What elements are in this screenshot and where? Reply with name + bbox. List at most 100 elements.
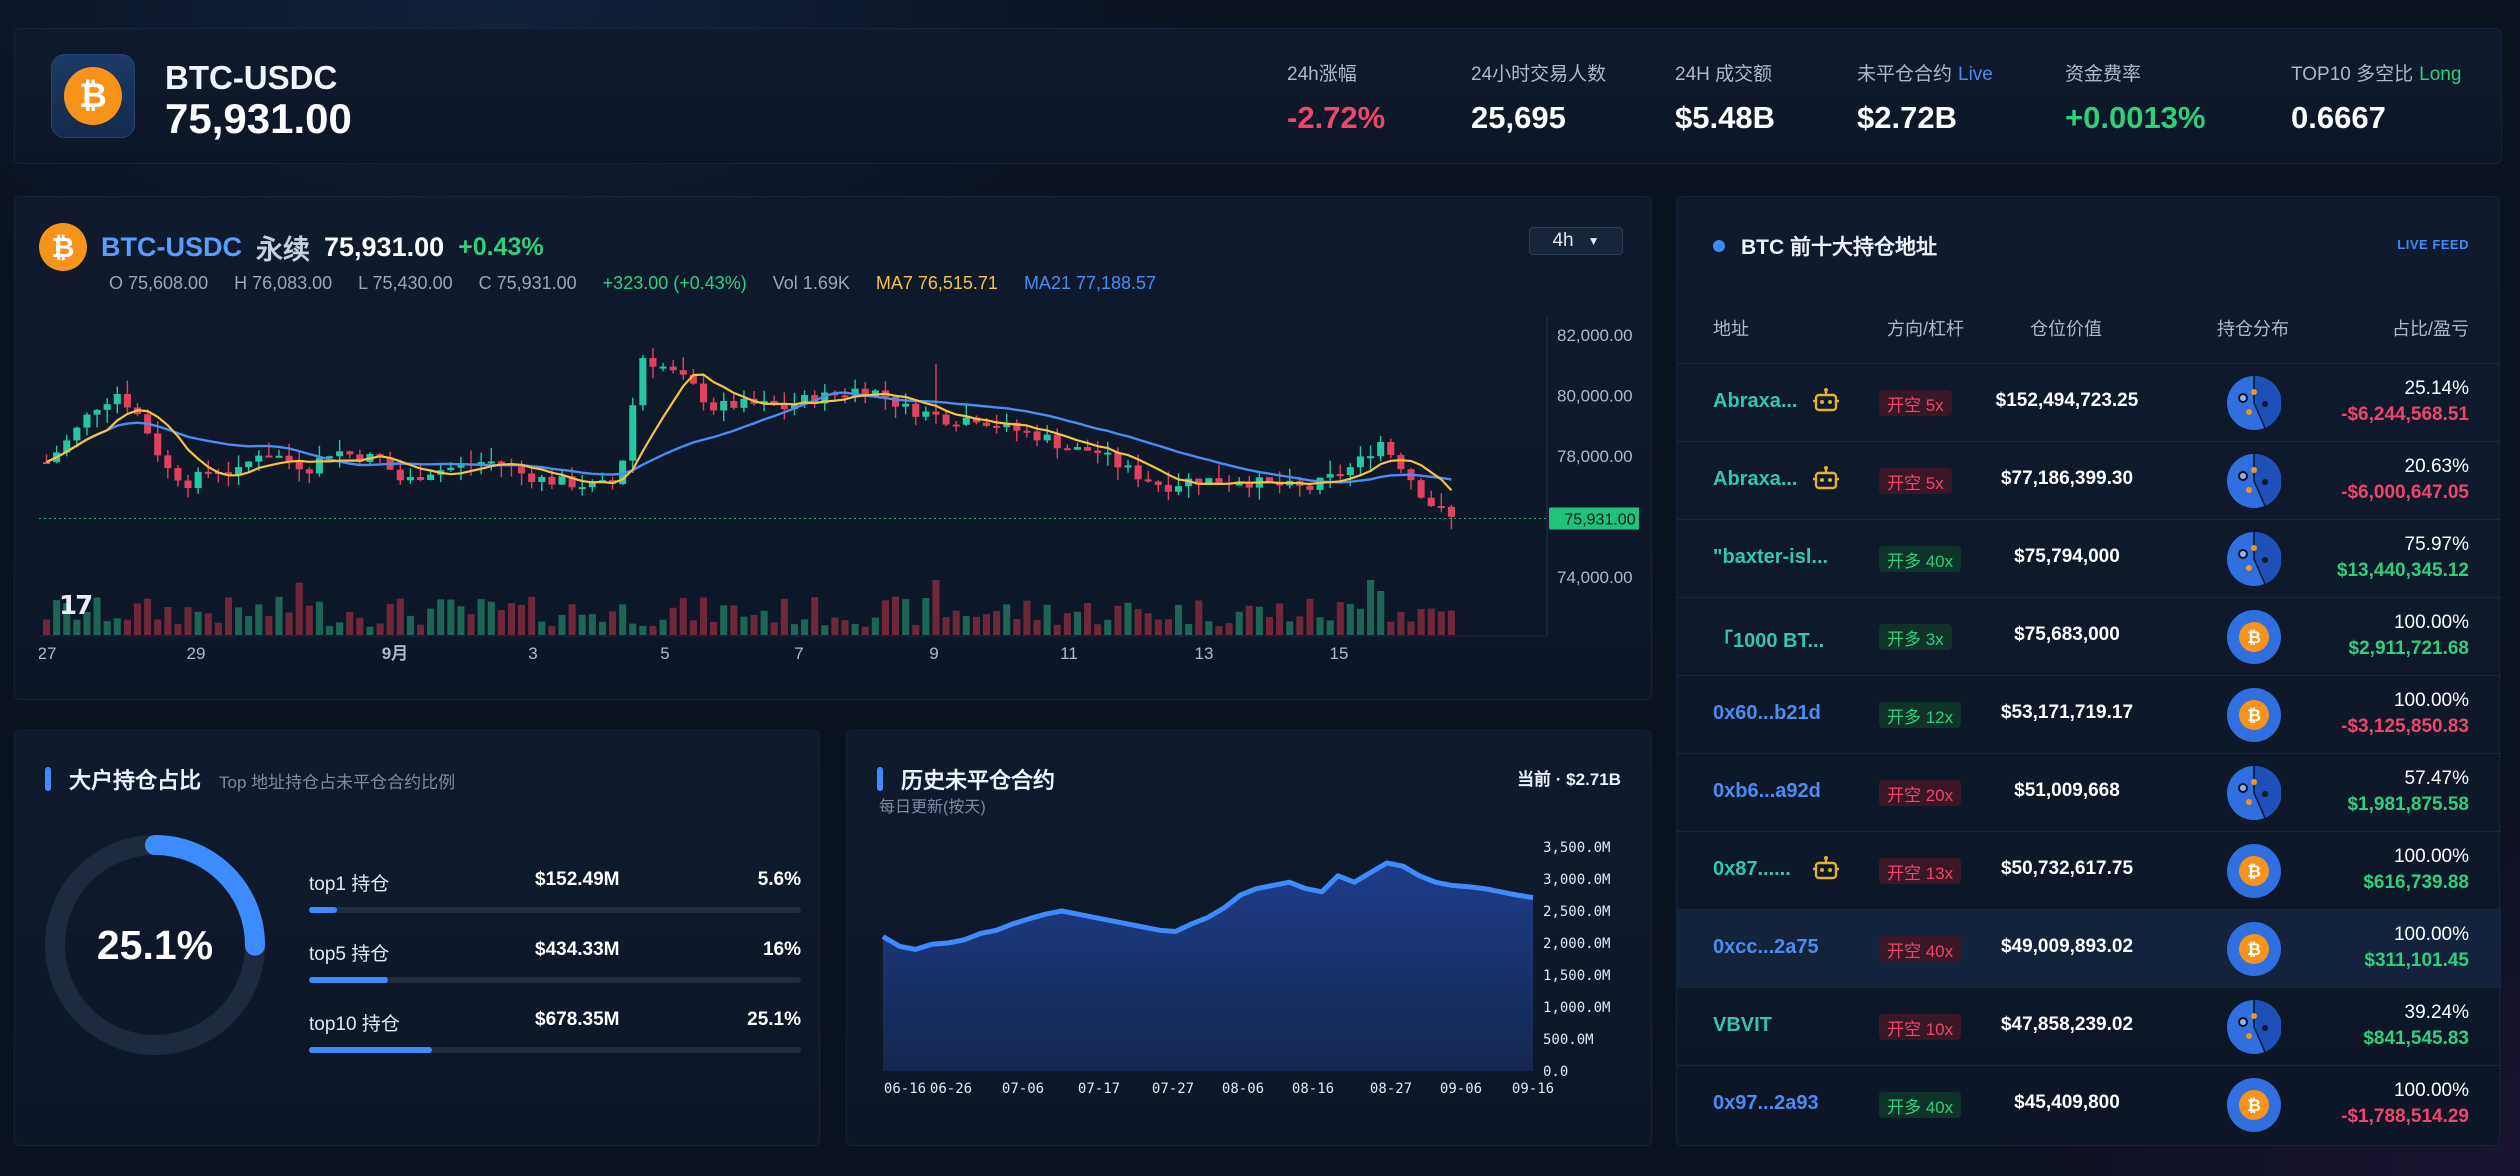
top10-holders-panel: BTC 前十大持仓地址 LIVE FEED 地址 方向/杠杆 仓位价值 持仓分布… [1676,196,2501,1146]
holder-address[interactable]: Abraxa... [1713,468,1797,491]
holding-label: top10 持仓 [309,1014,400,1035]
x-tick-label: 9 [929,644,938,663]
oi-y-tick-label: 1,500.0M [1543,968,1610,984]
position-share: 100.00% [2393,612,2469,633]
multi-asset-distribution-icon [2227,531,2282,586]
multi-asset-distribution-icon [2227,453,2282,508]
volume-bar [275,596,283,635]
timeframe-select[interactable]: 4h ▼ [1529,227,1623,255]
volume-bar [1185,623,1193,635]
holder-address[interactable]: 0xb6...a92d [1713,780,1821,803]
volume-bar [1225,623,1233,635]
candle-body [1053,434,1061,449]
volume-bar [315,601,323,635]
holder-address[interactable]: 0x60...b21d [1713,702,1821,725]
chart-symbol[interactable]: BTC-USDC [101,232,242,263]
holder-address[interactable]: 0xcc...2a75 [1713,936,1819,959]
volume-bar [154,619,162,635]
candle-body [1043,434,1051,441]
volume-bar [376,623,384,635]
ohlc-open: O 75,608.00 [109,273,209,293]
holder-address[interactable]: VBVIT [1713,1014,1772,1037]
volume-bar [1154,619,1162,635]
holder-row[interactable]: VBVIT 开空 10x $47,858,239.02 39.24% $841,545.… [1677,987,2501,1065]
holder-address[interactable]: 0x87...... [1713,858,1791,881]
volume-bar [123,619,131,635]
candle-body [113,393,121,405]
candle-body [83,414,91,428]
volume-bar [851,623,859,635]
multi-asset-distribution-icon [2227,375,2282,430]
robot-icon [1811,464,1841,494]
position-value: $45,409,800 [2014,1092,2120,1113]
holder-row[interactable]: 0xcc...2a75 开空 40x $49,009,893.02 ₿ 100.00% $… [1677,909,2501,987]
robot-icon [1811,854,1841,884]
candle-body [275,455,283,458]
volume-bar [710,621,718,635]
direction-leverage-badge: 开空 5x [1879,468,1952,494]
candle-body [295,461,303,470]
holder-address[interactable]: 「1000 BT... [1713,624,1824,653]
holder-row[interactable]: "baxter-isl... 开多 40x $75,794,000 75.97% $13… [1677,519,2501,597]
volume-bar [629,623,637,635]
volume-bar [1124,602,1132,635]
volume-bar [1265,616,1274,635]
volume-bar [548,626,556,635]
bitcoin-icon: ₿ [64,67,122,125]
candle-body [952,424,960,427]
volume-bar [750,614,758,635]
position-value: $75,794,000 [2014,546,2120,567]
volume-bar [993,611,1001,635]
holder-address[interactable]: Abraxa... [1713,390,1797,413]
price-chart-panel: ₿ BTC-USDC 永续 75,931.00 +0.43% O 75,608.… [14,196,1652,700]
holder-row[interactable]: Abraxa... 开空 5x $77,186,399.30 20.63% -$6,00… [1677,441,2501,519]
x-tick-label: 5 [660,644,669,663]
holder-row[interactable]: 0x87...... 开空 13x $50,732,617.75 ₿ 100.00% $6… [1677,831,2501,909]
volume-bar [1114,605,1122,635]
candle-body [1245,483,1253,488]
holder-row[interactable]: 0x97...2a93 开多 40x $45,409,800 ₿ 100.00% -$1,… [1677,1065,2501,1143]
volume-bar [204,613,212,635]
holding-progress-track [309,977,801,983]
ohlc-high: H 76,083.00 [234,273,333,293]
volume-bar [1073,611,1082,635]
bitcoin-distribution-icon: ₿ [2227,1078,2281,1132]
ticker-header: ₿ BTC-USDC 75,931.00 24h涨幅 -2.72% 24小时交易… [14,28,2502,164]
candlestick-chart[interactable]: 82,000.00 80,000.00 78,000.00 74,000.00 75,9… [39,317,1639,697]
volume-bar [497,609,505,635]
holder-address[interactable]: 0x97...2a93 [1713,1092,1819,1115]
volume-bar [366,626,374,635]
stat-top10-ratio: TOP10 多空比 Long 0.6667 [2291,59,2461,136]
volume-bar [437,599,445,635]
volume-bar [416,624,425,635]
volume-bar [972,616,980,635]
candle-body [123,393,131,408]
ohlc-volume: Vol 1.69K [772,273,850,293]
volume-bar [1063,613,1071,635]
stat-open-interest: 未平仓合约 Live $2.72B [1857,59,1993,136]
holder-address[interactable]: "baxter-isl... [1713,546,1828,569]
oi-x-tick-label: 08-27 [1370,1081,1412,1097]
candle-body [922,411,930,417]
stat-label: 24H 成交额 [1675,64,1773,85]
multi-asset-distribution-icon [2227,765,2282,820]
holding-progress-track [309,1047,801,1053]
position-share: 100.00% [2393,1080,2469,1101]
volume-bar [356,617,364,635]
volume-bar [427,608,435,635]
holder-row[interactable]: 0xb6...a92d 开空 20x $51,009,668 57.47% $1,981… [1677,753,2501,831]
volume-bar [164,607,172,635]
candle-body [1063,448,1071,451]
candle-body [1094,450,1102,453]
stat-label: 未平仓合约 Live [1857,59,1993,86]
holder-row[interactable]: 0x60...b21d 开多 12x $53,171,719.17 ₿ 100.00% -… [1677,675,2501,753]
y-tick-label: 74,000.00 [1557,568,1633,587]
volume-bar [1356,608,1365,635]
volume-bar [871,617,879,635]
candle-body [1154,481,1162,485]
holder-row[interactable]: Abraxa... 开空 5x $152,494,723.25 25.14% -$6,2… [1677,363,2501,441]
holder-row[interactable]: 「1000 BT... 开多 3x $75,683,000 ₿ 100.00% $2,91… [1677,597,2501,675]
volume-bar [265,615,273,635]
volume-bar [982,614,991,635]
candle-body [447,467,455,471]
